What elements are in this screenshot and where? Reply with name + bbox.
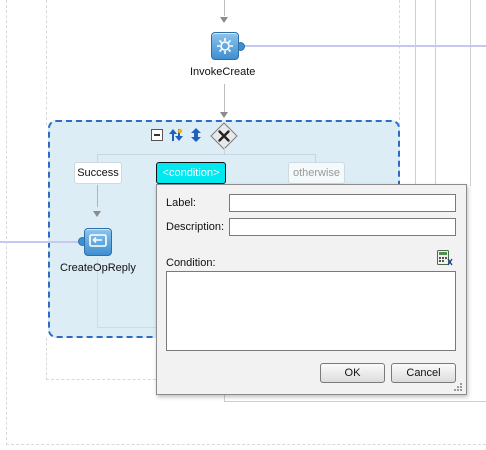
swimlane-divider-3 [470, 0, 471, 186]
reply-icon [89, 234, 107, 247]
invoke-activity-icon[interactable] [211, 32, 239, 60]
scope-guide-right-inner [399, 0, 400, 125]
description-input[interactable] [229, 218, 456, 236]
reply-activity-label[interactable]: CreateOpReply [60, 262, 136, 274]
condition-field-label: Condition: [166, 257, 216, 269]
description-field-label: Description: [166, 221, 225, 233]
swimlane-divider-1 [415, 0, 416, 186]
condition-dialog: Label: Description: Condition: OK Cancel [156, 184, 467, 395]
swimlane-bottom-tick [224, 394, 225, 402]
condition-textarea[interactable] [166, 271, 456, 351]
resize-grip-icon[interactable] [453, 382, 463, 392]
success-merge-line [97, 327, 157, 328]
reorder-cases-icon[interactable] [189, 127, 203, 143]
case-success[interactable]: Success [74, 162, 122, 184]
case-branch-drop-success [97, 154, 98, 162]
case-branch-bar [97, 154, 315, 155]
swimlane-bottom-line [224, 401, 486, 402]
expand-cases-icon[interactable] [168, 127, 184, 143]
collapse-icon[interactable] [151, 129, 163, 141]
flow-arrow-top [220, 17, 228, 23]
reply-activity-icon[interactable] [84, 228, 112, 256]
scope-guide-left-outer [6, 0, 7, 445]
case-branch-stem [224, 146, 225, 155]
gear-icon [217, 38, 233, 54]
case-branch-drop-otherwise [315, 154, 316, 162]
expression-builder-icon[interactable] [436, 249, 454, 267]
partner-link-wire-invoke [240, 45, 486, 47]
scope-guide-bottom-inner [46, 379, 156, 380]
scope-guide-left-inner [46, 0, 47, 125]
flow-connector-top [224, 0, 225, 16]
label-input[interactable] [229, 194, 456, 212]
ok-button[interactable]: OK [320, 363, 385, 383]
cancel-button[interactable]: Cancel [391, 363, 456, 383]
scope-guide-left-inner-lower [46, 338, 47, 380]
swimlane-divider-2 [435, 0, 436, 186]
scope-guide-bottom-outer [6, 444, 486, 445]
flow-arrow-middle [220, 112, 228, 118]
flow-connector-middle [224, 84, 225, 112]
partner-link-wire-reply [0, 241, 82, 243]
case-condition-selected[interactable]: <condition> [156, 162, 226, 184]
case-otherwise[interactable]: otherwise [288, 162, 345, 184]
success-flow-connector [97, 185, 98, 207]
invoke-activity-label[interactable]: InvokeCreate [190, 66, 255, 78]
label-field-label: Label: [166, 197, 196, 209]
success-flow-arrow [93, 211, 101, 217]
